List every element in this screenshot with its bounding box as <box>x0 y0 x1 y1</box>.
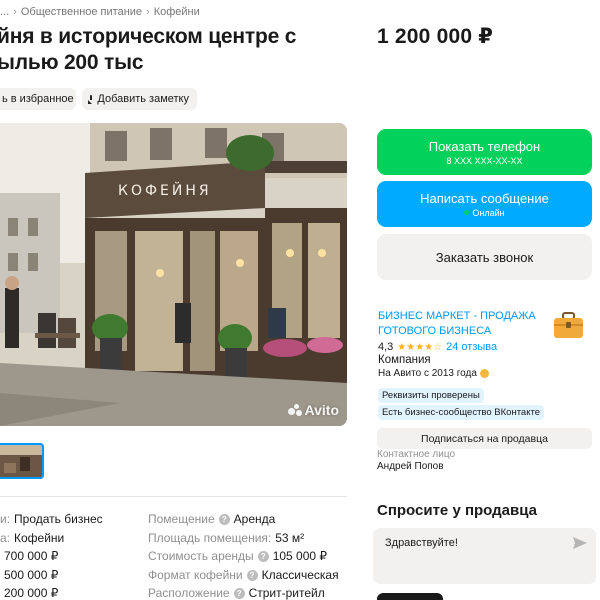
avito-logo-icon <box>287 404 302 416</box>
cafe-sign-text: КОФЕЙНЯ <box>118 181 212 199</box>
param-row-rent: Стоимость аренды ? 105 000 ₽ <box>148 549 328 564</box>
params-right: Помещение ? Аренда Площадь помещения: 53… <box>148 510 339 600</box>
seller-name-link[interactable]: БИЗНЕС МАРКЕТ - ПРОДАЖА ГОТОВОГО БИЗНЕСА <box>378 309 538 339</box>
contact-person-name: Андрей Попов <box>377 461 444 472</box>
note-icon <box>88 94 93 104</box>
param-row: 500 000 ₽ <box>4 567 59 582</box>
ask-seller-title: Спросите у продавца <box>377 502 537 519</box>
ask-seller-send-button[interactable] <box>377 593 443 600</box>
avito-watermark: Avito <box>287 402 339 418</box>
divider <box>0 496 347 497</box>
help-icon[interactable]: ? <box>257 550 269 562</box>
subscribe-seller-button[interactable]: Подписаться на продавца <box>377 428 592 449</box>
param-row-format: Формат кофейни ? Классическая <box>148 567 339 582</box>
listing-photo[interactable]: КОФЕЙНЯ Avito <box>0 123 347 426</box>
params-left: и: Продать бизнес а: Кофейни 700 000 ₽ 500… <box>0 510 103 600</box>
briefcase-icon <box>554 312 583 338</box>
medal-icon <box>479 369 489 378</box>
ask-seller-message: Здравствуйте! <box>385 537 458 549</box>
online-dot-icon <box>464 210 470 215</box>
breadcrumb-separator: › <box>13 6 17 18</box>
seller-rating: 4,3 ★★★★☆ 24 отзыва <box>378 341 497 353</box>
breadcrumb-ellipsis[interactable]: ... <box>0 6 9 18</box>
add-note-label: Добавить заметку <box>97 93 189 105</box>
masked-phone: 8 XXX XXX-XX-XX <box>446 155 523 166</box>
request-call-button[interactable]: Заказать звонок <box>377 234 592 280</box>
request-call-label: Заказать звонок <box>435 249 534 265</box>
favorites-label: ь в избранное <box>2 93 74 105</box>
write-message-label: Написать сообщение <box>420 190 549 206</box>
param-row-premises: Помещение ? Аренда <box>148 512 276 526</box>
cafe-photo-illustration: КОФЕЙНЯ <box>0 123 347 426</box>
param-row-area: Площадь помещения: 53 м² <box>148 530 305 545</box>
avito-watermark-text: Avito <box>304 402 339 418</box>
vk-community-badge[interactable]: Есть бизнес-сообщество ВКонтакте <box>378 405 545 420</box>
reviews-link[interactable]: 24 отзыва <box>446 341 497 353</box>
write-message-button[interactable]: Написать сообщение Онлайн <box>377 181 592 227</box>
breadcrumb: ... › Общественное питание › Кофейни <box>0 6 200 18</box>
listing-title: йня в историческом центре с ылью 200 тыс <box>0 25 297 74</box>
param-row: 700 000 ₽ <box>4 549 59 564</box>
help-icon[interactable]: ? <box>218 513 230 525</box>
price: 1 200 000 ₽ <box>377 25 494 48</box>
param-row-location: Расположение ? Стрит-ритейл <box>148 586 325 600</box>
online-status: Онлайн <box>464 208 505 218</box>
photo-thumbnail[interactable] <box>0 443 44 479</box>
contact-person-label: Контактное лицо <box>377 449 456 460</box>
show-phone-button[interactable]: Показать телефон 8 XXX XXX-XX-XX <box>377 129 592 175</box>
add-note-button[interactable]: Добавить заметку <box>82 88 197 110</box>
seller-since: На Авито с 2013 года <box>378 368 489 379</box>
show-phone-label: Показать телефон <box>428 138 541 154</box>
seller-type: Компания <box>378 354 431 366</box>
param-row: а: Кофейни <box>0 530 65 545</box>
param-row: 200 000 ₽ <box>4 586 59 600</box>
verified-badge: Реквизиты проверены <box>378 388 484 403</box>
help-icon[interactable]: ? <box>233 588 245 600</box>
breadcrumb-separator: › <box>146 6 150 18</box>
rating-stars: ★★★★☆ <box>397 341 443 353</box>
breadcrumb-item-food[interactable]: Общественное питание <box>21 6 142 18</box>
ask-seller-input[interactable]: Здравствуйте! <box>373 528 596 584</box>
param-row: и: Продать бизнес <box>0 512 103 526</box>
send-icon[interactable] <box>573 537 587 549</box>
help-icon[interactable]: ? <box>246 569 258 581</box>
breadcrumb-item-coffee[interactable]: Кофейни <box>154 6 200 18</box>
rating-value: 4,3 <box>378 341 394 353</box>
add-to-favorites-button[interactable]: ь в избранное <box>0 88 76 110</box>
